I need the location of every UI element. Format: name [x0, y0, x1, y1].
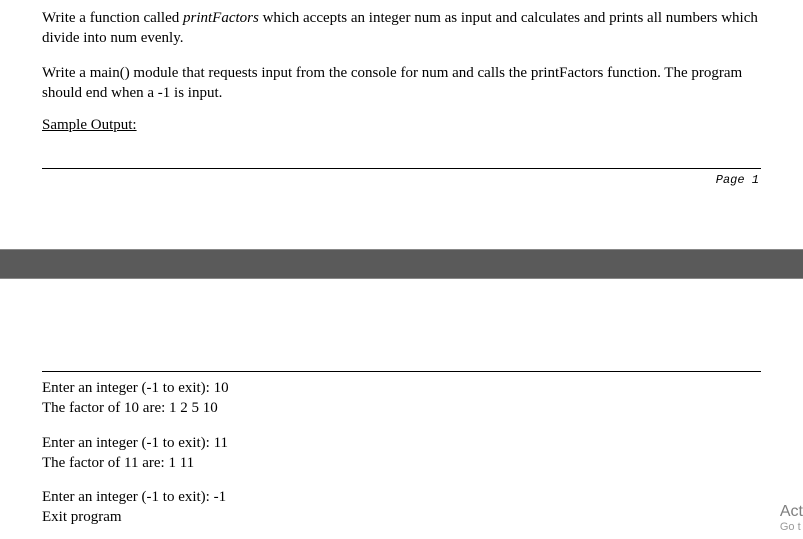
output-line: Enter an integer (-1 to exit): 10 — [42, 378, 761, 398]
para1-pre: Write a function called — [42, 10, 183, 26]
output-line: The factor of 11 are: 1 11 — [42, 453, 761, 473]
page-1: Write a function called printFactors whi… — [0, 0, 803, 187]
output-line: The factor of 10 are: 1 2 5 10 — [42, 398, 761, 418]
page-number: Page 1 — [42, 173, 761, 187]
problem-paragraph-1: Write a function called printFactors whi… — [42, 8, 761, 49]
sample-output-block-3: Enter an integer (-1 to exit): -1 Exit p… — [42, 487, 761, 528]
watermark-subtitle: Go t — [780, 521, 803, 533]
page-header-rule — [42, 371, 761, 372]
windows-activation-watermark: Act Go t — [780, 503, 803, 533]
problem-paragraph-2: Write a main() module that requests inpu… — [42, 63, 761, 104]
watermark-title: Act — [780, 503, 803, 521]
page-gap-top — [0, 187, 803, 249]
output-line: Enter an integer (-1 to exit): -1 — [42, 487, 761, 507]
sample-output-block-1: Enter an integer (-1 to exit): 10 The fa… — [42, 378, 761, 419]
output-line: Enter an integer (-1 to exit): 11 — [42, 433, 761, 453]
page-2: Enter an integer (-1 to exit): 10 The fa… — [0, 371, 803, 528]
sample-output-heading: Sample Output: — [42, 117, 137, 134]
page-footer-rule — [42, 168, 761, 169]
page-divider-bar — [0, 249, 803, 279]
output-line: Exit program — [42, 507, 761, 527]
page-gap-bottom — [0, 279, 803, 371]
function-name: printFactors — [183, 10, 259, 26]
sample-output-block-2: Enter an integer (-1 to exit): 11 The fa… — [42, 433, 761, 474]
